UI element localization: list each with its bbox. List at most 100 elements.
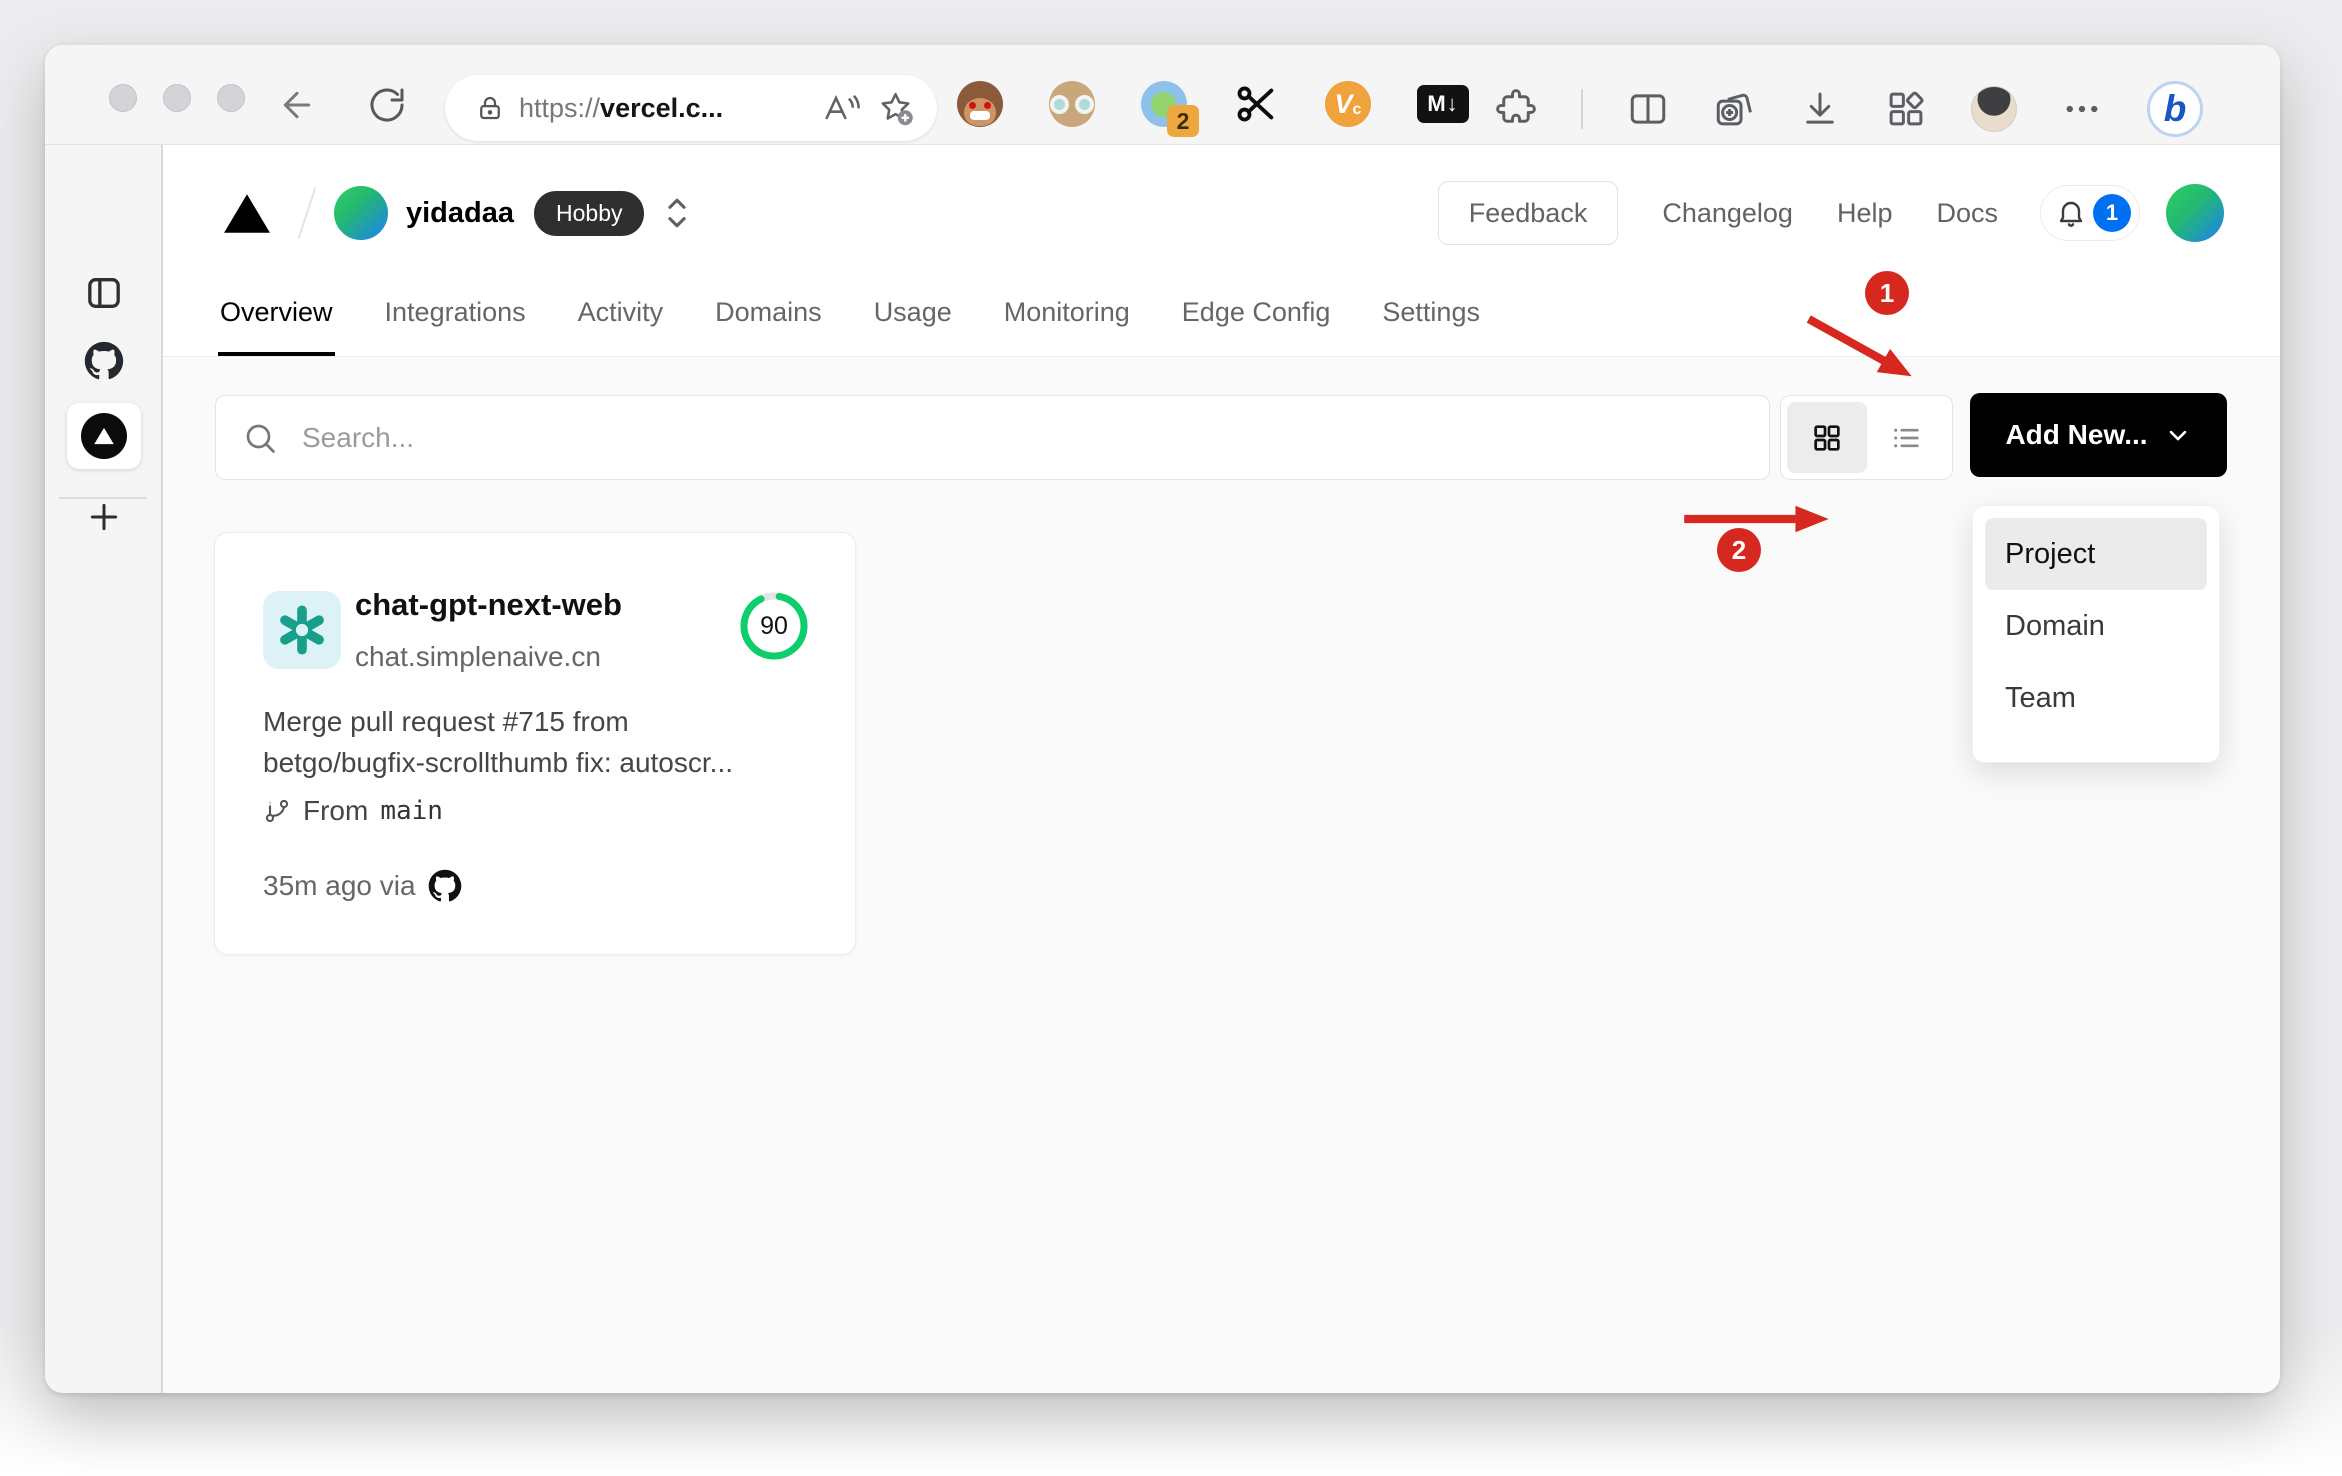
chevron-down-icon [2169, 430, 2186, 441]
changelog-link[interactable]: Changelog [1662, 198, 1793, 229]
browser-window: https://vercel.c... 2 Vc M↓ b yidadaa Ho… [45, 45, 2280, 1393]
zoom-window-button[interactable] [217, 84, 245, 112]
tab-overview[interactable]: Overview [218, 297, 335, 356]
browser-sidebar [45, 145, 163, 1393]
tab-usage[interactable]: Usage [872, 297, 954, 356]
avatar-extension-icon[interactable] [1049, 81, 1095, 127]
deploy-meta: 35m ago via [263, 869, 462, 903]
monkey-eye [968, 101, 976, 109]
tampermonkey-extension-icon[interactable] [957, 81, 1003, 127]
help-link[interactable]: Help [1837, 198, 1893, 229]
project-name[interactable]: chat-gpt-next-web [355, 587, 622, 623]
add-new-button[interactable]: Add New... [1970, 393, 2227, 477]
toolbar-divider [1581, 89, 1583, 129]
team-avatar[interactable] [334, 186, 388, 240]
annotation-step-2: 2 [1717, 528, 1761, 572]
tab-integrations[interactable]: Integrations [383, 297, 528, 356]
tab-activity[interactable]: Activity [576, 297, 666, 356]
add-new-menu: Project Domain Team [1972, 505, 2220, 763]
extension-count-badge: 2 [1167, 105, 1199, 137]
github-tab-icon[interactable] [84, 341, 124, 381]
dashboard-header: yidadaa Hobby Feedback Changelog Help Do… [163, 145, 2280, 357]
git-branch-icon [265, 799, 289, 823]
v-label: V [1334, 88, 1353, 119]
commit-message[interactable]: Merge pull request #715 from betgo/bugfi… [263, 701, 823, 783]
traffic-lights [109, 84, 245, 112]
score-value: 90 [760, 611, 788, 640]
new-tab-plus-icon[interactable] [84, 497, 124, 537]
bing-b-label: b [2163, 88, 2187, 129]
minimize-window-button[interactable] [163, 84, 191, 112]
list-view-button[interactable] [1867, 402, 1947, 473]
tab-domains[interactable]: Domains [713, 297, 824, 356]
address-bar[interactable]: https://vercel.c... [445, 75, 937, 141]
project-domain[interactable]: chat.simplenaive.cn [355, 641, 601, 673]
notification-count-badge: 1 [2093, 194, 2131, 232]
read-aloud-icon[interactable] [821, 90, 861, 126]
menu-item-project[interactable]: Project [1985, 518, 2207, 590]
bell-icon [2059, 201, 2083, 227]
grid-view-icon [1814, 424, 1840, 451]
menu-item-domain[interactable]: Domain [1985, 590, 2207, 662]
monkey-eye [984, 101, 992, 109]
github-icon [428, 869, 461, 902]
glasses-lens [1049, 94, 1069, 114]
branch-label: From [303, 795, 369, 826]
annotation-step-1: 1 [1865, 271, 1909, 315]
md-label: M↓ [1417, 85, 1469, 123]
team-name[interactable]: yidadaa [406, 197, 514, 230]
apps-icon[interactable] [1885, 88, 1927, 130]
collections-icon[interactable] [1713, 88, 1755, 130]
menu-item-team[interactable]: Team [1985, 662, 2207, 734]
lighthouse-score[interactable]: 90 [737, 589, 811, 663]
browser-profile-avatar[interactable] [1971, 86, 2017, 132]
search-input[interactable] [302, 421, 1743, 454]
badge-extension-icon[interactable]: 2 [1141, 81, 1199, 137]
lock-icon [480, 96, 500, 120]
close-window-button[interactable] [109, 84, 137, 112]
vercel-logo[interactable] [218, 188, 276, 238]
extensions-puzzle-icon[interactable] [1495, 88, 1537, 130]
c-label: c [1352, 101, 1362, 118]
markdown-extension-icon[interactable]: M↓ [1417, 81, 1469, 127]
deploy-time: 35m ago via [263, 870, 416, 901]
active-tab-vercel[interactable] [67, 403, 141, 469]
refresh-button[interactable] [367, 85, 407, 125]
list-view-icon [1894, 428, 1919, 447]
bing-chat-icon[interactable]: b [2147, 81, 2203, 137]
toolbar-right-icons: b [1495, 81, 2203, 137]
tab-monitoring[interactable]: Monitoring [1002, 297, 1132, 356]
browser-toolbar: https://vercel.c... 2 Vc M↓ b [45, 45, 2280, 145]
vercel-favicon [81, 413, 127, 459]
team-switcher-icon[interactable] [660, 193, 694, 233]
search-icon [246, 424, 275, 453]
scissors-extension-icon[interactable] [1233, 81, 1279, 127]
feedback-button[interactable]: Feedback [1437, 181, 1619, 245]
project-card[interactable]: chat-gpt-next-web chat.simplenaive.cn 90… [214, 532, 856, 955]
branch-name[interactable]: main [380, 796, 443, 826]
v-extension-icon[interactable]: Vc [1325, 81, 1371, 127]
favorite-star-icon[interactable] [877, 90, 917, 126]
project-search[interactable] [215, 395, 1770, 480]
downloads-icon[interactable] [1799, 88, 1841, 130]
monkey-grin [969, 110, 991, 120]
user-avatar[interactable] [2166, 184, 2224, 242]
back-button[interactable] [277, 85, 317, 125]
openai-logo-icon [280, 605, 324, 655]
vercel-dashboard: yidadaa Hobby Feedback Changelog Help Do… [163, 145, 2280, 1393]
notifications-button[interactable]: 1 [2040, 185, 2140, 241]
url-text[interactable]: https://vercel.c... [519, 93, 805, 124]
tab-edge-config[interactable]: Edge Config [1180, 297, 1333, 356]
plan-badge: Hobby [534, 190, 645, 236]
view-toggle [1780, 395, 1953, 480]
branch-row: From main [263, 795, 443, 827]
docs-link[interactable]: Docs [1936, 198, 1998, 229]
dashboard-tabs: Overview Integrations Activity Domains U… [218, 297, 1482, 356]
tab-actions-icon[interactable] [84, 273, 124, 313]
grid-view-button[interactable] [1787, 402, 1867, 473]
breadcrumb-slash [297, 187, 317, 239]
split-screen-icon[interactable] [1627, 88, 1669, 130]
glasses-lens [1075, 94, 1095, 114]
tab-settings[interactable]: Settings [1380, 297, 1482, 356]
more-menu-icon[interactable] [2061, 88, 2103, 130]
